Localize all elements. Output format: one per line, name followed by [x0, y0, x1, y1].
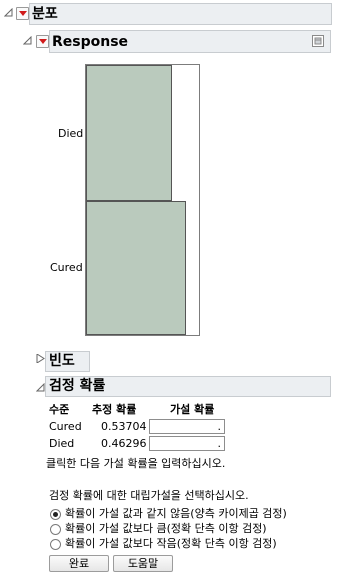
red-triangle-menu-icon[interactable]	[36, 35, 49, 48]
row-estimated-cured: 0.53704	[101, 420, 147, 433]
row-level-died: Died	[49, 437, 75, 450]
column-header-level: 수준	[49, 403, 70, 416]
radio-two-sided[interactable]	[50, 509, 61, 520]
collapse-triangle-icon[interactable]	[4, 8, 13, 17]
collapse-triangle-icon[interactable]	[36, 383, 45, 392]
collapse-triangle-icon[interactable]	[23, 36, 32, 45]
distribution-header[interactable]	[29, 3, 332, 25]
category-label-died: Died	[58, 127, 84, 140]
stacked-windows-icon[interactable]	[311, 34, 325, 48]
option-label-less[interactable]: 확률이 가설 값보다 작음(정확 단측 이항 검정)	[65, 537, 277, 551]
distribution-title: 분포	[32, 6, 58, 22]
bar-cured	[86, 201, 186, 335]
hypothesized-probability-input-died[interactable]: .	[149, 436, 225, 451]
help-button[interactable]: 도움말	[113, 555, 173, 572]
category-label-cured: Cured	[50, 261, 83, 274]
red-triangle-menu-icon[interactable]	[16, 7, 29, 20]
response-title: Response	[52, 34, 129, 50]
expand-triangle-icon[interactable]	[36, 354, 45, 363]
frequency-title: 빈도	[49, 353, 75, 369]
option-label-two-sided[interactable]: 확률이 가설 값과 같지 않음(양측 카이제곱 검정)	[65, 507, 287, 521]
row-estimated-died: 0.46296	[101, 437, 147, 450]
test-probabilities-title: 검정 확률	[49, 378, 106, 394]
column-header-estimated: 추정 확률	[92, 403, 137, 416]
hypothesized-probability-input-cured[interactable]: .	[149, 419, 225, 434]
option-label-greater[interactable]: 확률이 가설 값보다 큼(정확 단측 이항 검정)	[65, 522, 267, 536]
column-header-hypothesized: 가설 확률	[170, 403, 215, 416]
instruction-text: 클릭한 다음 가설 확률을 입력하십시오.	[46, 457, 226, 470]
row-level-cured: Cured	[49, 420, 82, 433]
radio-greater[interactable]	[50, 524, 61, 535]
radio-less[interactable]	[50, 539, 61, 550]
bar-died	[86, 65, 172, 201]
done-button[interactable]: 완료	[49, 555, 109, 572]
alternative-hypothesis-prompt: 검정 확률에 대한 대립가설을 선택하십시오.	[49, 489, 249, 502]
